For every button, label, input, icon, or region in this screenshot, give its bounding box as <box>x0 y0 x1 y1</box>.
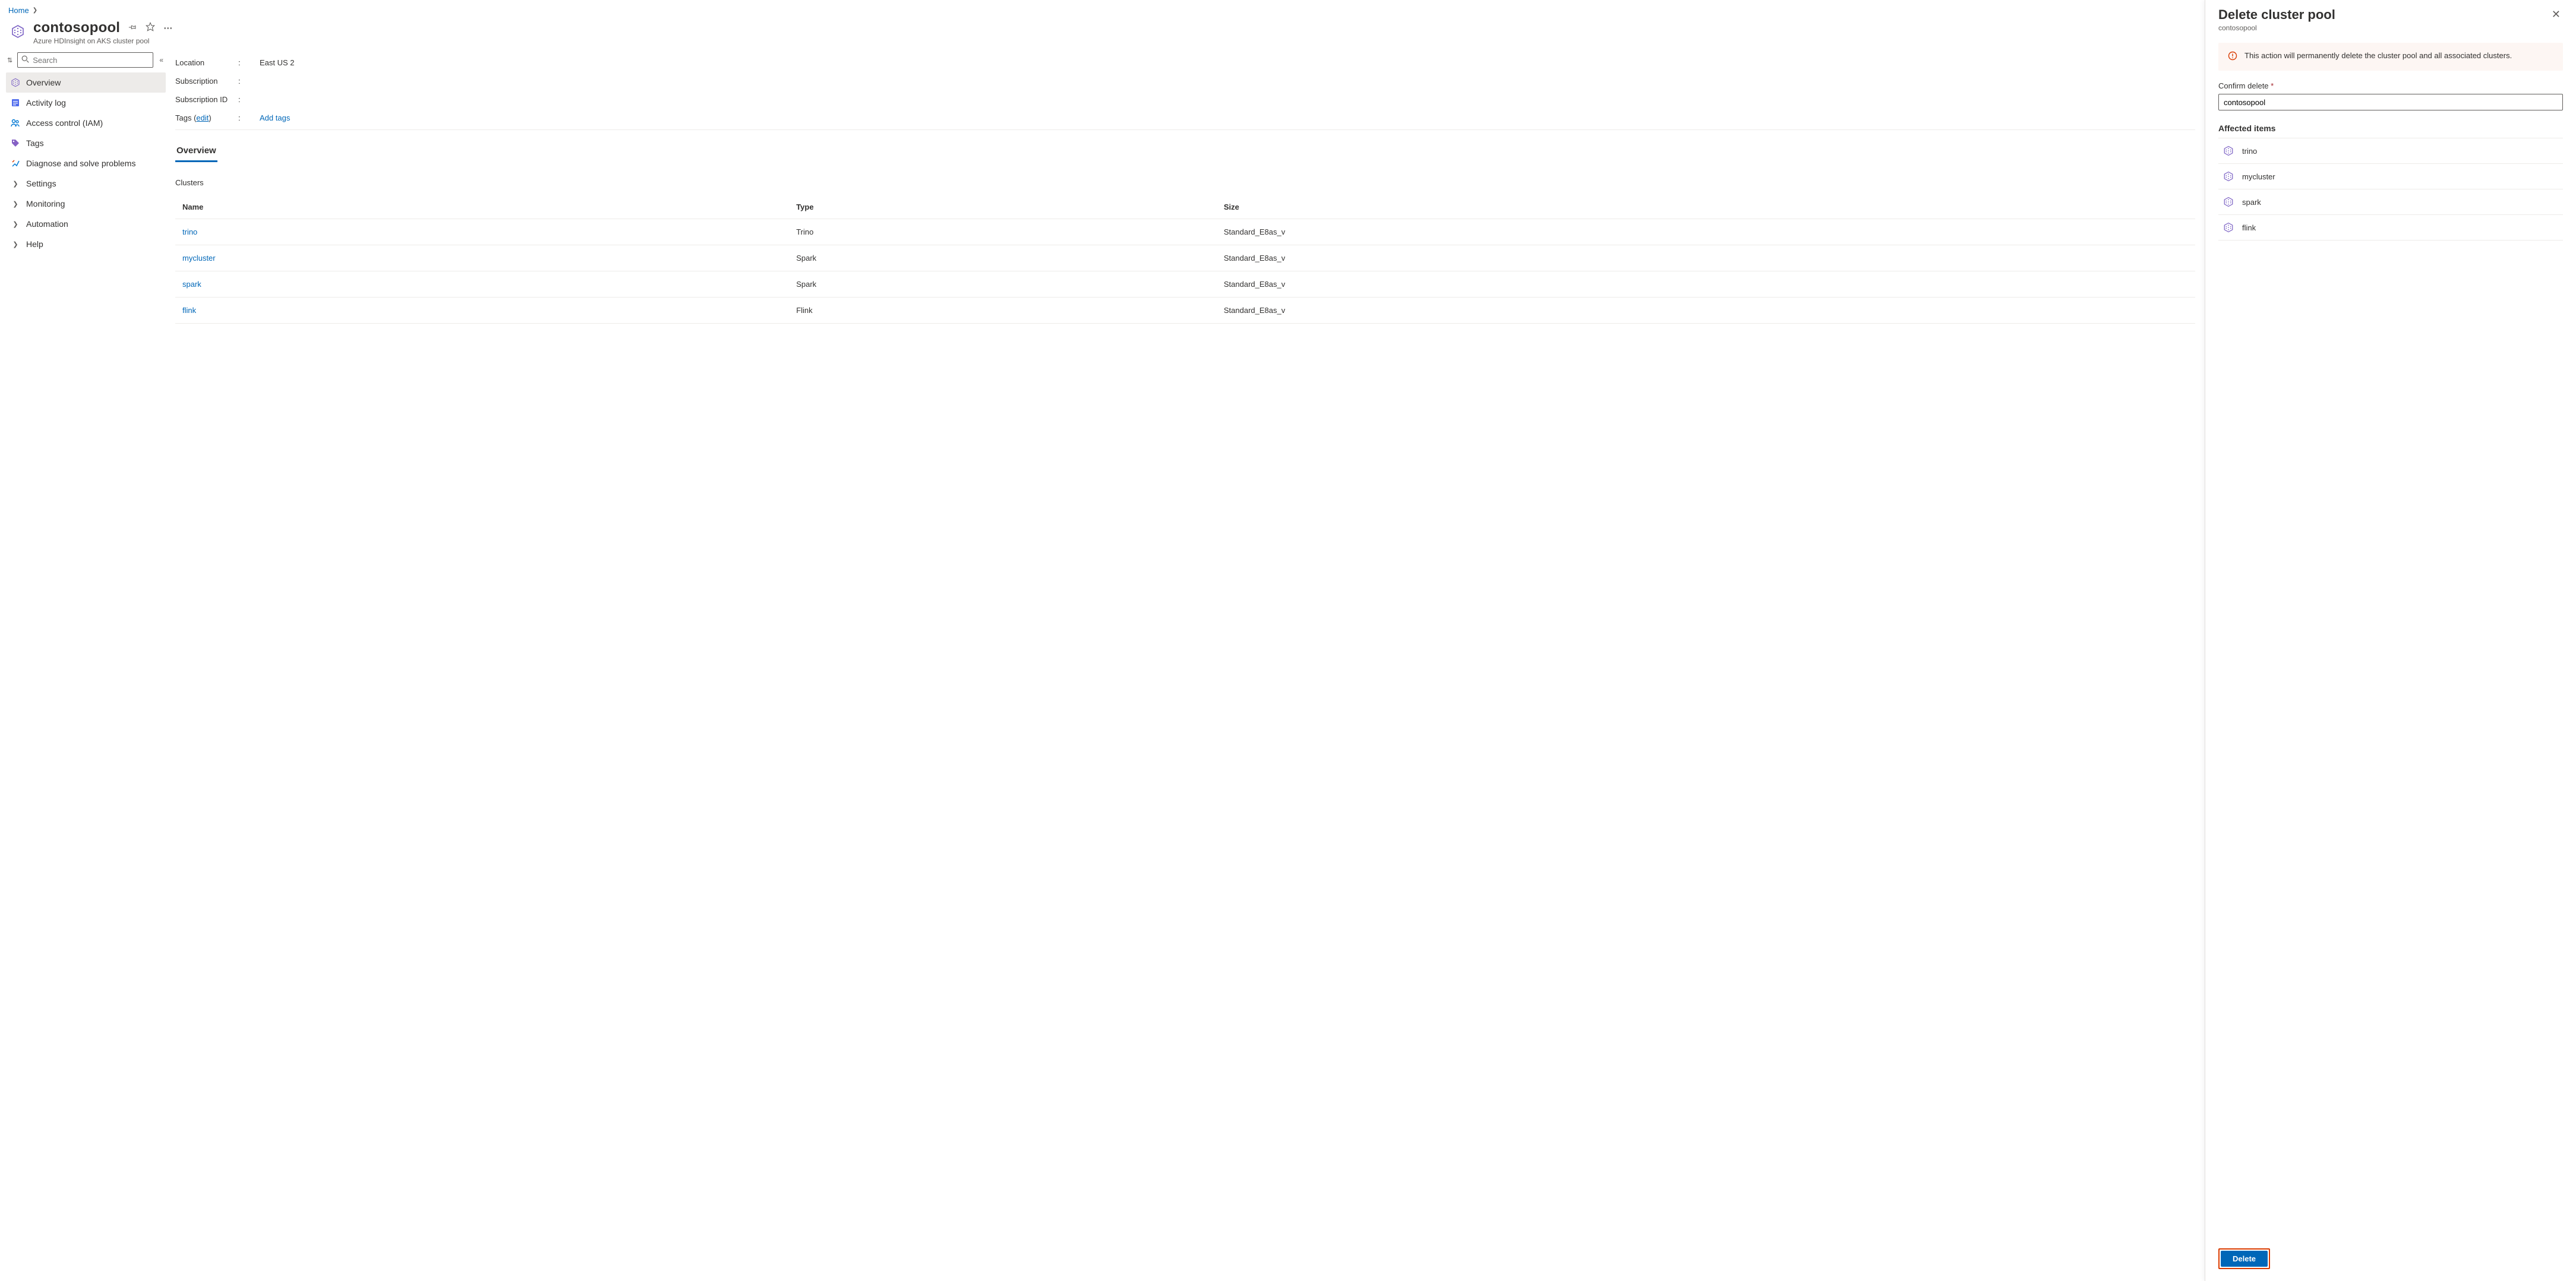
essentials-subscription: Subscription : <box>175 72 2195 90</box>
sidebar-item-overview[interactable]: Overview <box>6 72 166 93</box>
sort-handle-icon[interactable]: ⇅ <box>6 56 14 64</box>
edit-tags-link[interactable]: edit <box>196 113 209 122</box>
table-row: mycluster Spark Standard_E8as_v <box>175 245 2195 271</box>
delete-button[interactable]: Delete <box>2221 1251 2268 1267</box>
cluster-icon <box>2223 171 2234 182</box>
sidebar-item-label: Automation <box>26 219 68 229</box>
collapse-menu-icon[interactable]: « <box>157 56 166 64</box>
confirm-delete-input[interactable] <box>2218 94 2563 110</box>
sidebar-item-label: Overview <box>26 78 61 87</box>
table-row: flink Flink Standard_E8as_v <box>175 298 2195 324</box>
cluster-link[interactable]: flink <box>182 306 196 315</box>
table-row: spark Spark Standard_E8as_v <box>175 271 2195 298</box>
sidebar-item-label: Settings <box>26 179 56 188</box>
sidebar-item-monitoring[interactable]: ❯ Monitoring <box>6 194 166 214</box>
affected-item: mycluster <box>2218 164 2563 189</box>
breadcrumb: Home ❯ <box>0 0 2205 17</box>
chevron-right-icon: ❯ <box>33 7 37 14</box>
pin-icon[interactable] <box>128 23 137 34</box>
cluster-link[interactable]: mycluster <box>182 254 216 262</box>
sidebar-item-label: Monitoring <box>26 199 65 208</box>
cluster-icon <box>2223 222 2234 233</box>
sidebar-item-label: Diagnose and solve problems <box>26 159 135 168</box>
sidebar-item-activity-log[interactable]: Activity log <box>6 93 166 113</box>
delete-panel: Delete cluster pool contosopool ✕ This a… <box>2205 0 2576 1281</box>
sidebar-item-automation[interactable]: ❯ Automation <box>6 214 166 234</box>
activity-log-icon <box>11 98 20 107</box>
chevron-right-icon: ❯ <box>11 200 20 208</box>
table-row: trino Trino Standard_E8as_v <box>175 219 2195 245</box>
panel-subtitle: contosopool <box>2218 24 2335 32</box>
chevron-right-icon: ❯ <box>11 241 20 248</box>
more-menu-icon[interactable]: ⋯ <box>163 23 173 33</box>
search-input[interactable] <box>33 56 149 65</box>
cluster-link[interactable]: trino <box>182 227 197 236</box>
clusters-heading: Clusters <box>175 178 2195 187</box>
chevron-right-icon: ❯ <box>11 180 20 188</box>
breadcrumb-home[interactable]: Home <box>8 6 29 15</box>
cluster-icon <box>2223 197 2234 207</box>
menu-search[interactable] <box>17 52 153 68</box>
sidebar-item-diagnose[interactable]: Diagnose and solve problems <box>6 153 166 173</box>
cluster-pool-icon <box>11 78 20 87</box>
warning-icon <box>2228 51 2237 62</box>
main-content: Location : East US 2 Subscription : Subs… <box>169 50 2205 1281</box>
warning-text: This action will permanently delete the … <box>2244 51 2512 60</box>
search-icon <box>21 55 29 65</box>
essentials-location: Location : East US 2 <box>175 53 2195 72</box>
column-name[interactable]: Name <box>175 195 790 219</box>
sidebar: ⇅ « Overview <box>0 50 169 1281</box>
favorite-icon[interactable] <box>146 22 155 34</box>
affected-item: trino <box>2218 138 2563 164</box>
close-icon[interactable]: ✕ <box>2549 7 2563 22</box>
cluster-link[interactable]: spark <box>182 280 201 289</box>
sidebar-item-label: Help <box>26 239 43 249</box>
confirm-delete-label: Confirm delete * <box>2218 81 2563 90</box>
add-tags-link[interactable]: Add tags <box>260 113 290 122</box>
chevron-right-icon: ❯ <box>11 220 20 228</box>
sidebar-item-label: Activity log <box>26 98 66 107</box>
tags-icon <box>11 138 20 148</box>
tab-overview[interactable]: Overview <box>175 142 217 162</box>
cluster-icon <box>2223 146 2234 156</box>
affected-item: spark <box>2218 189 2563 215</box>
sidebar-item-label: Tags <box>26 138 44 148</box>
essentials-tags: Tags (edit) : Add tags <box>175 109 2195 130</box>
sidebar-item-help[interactable]: ❯ Help <box>6 234 166 254</box>
access-control-icon <box>11 118 20 128</box>
cluster-pool-icon <box>8 22 27 41</box>
essentials-subscription-id: Subscription ID : <box>175 90 2195 109</box>
affected-items-heading: Affected items <box>2218 124 2563 133</box>
delete-button-highlight: Delete <box>2218 1248 2270 1269</box>
warning-banner: This action will permanently delete the … <box>2218 43 2563 71</box>
sidebar-item-access-control[interactable]: Access control (IAM) <box>6 113 166 133</box>
sidebar-item-label: Access control (IAM) <box>26 118 103 128</box>
column-type[interactable]: Type <box>790 195 1218 219</box>
affected-item: flink <box>2218 215 2563 241</box>
resource-type-label: Azure HDInsight on AKS cluster pool <box>33 37 173 45</box>
panel-title: Delete cluster pool <box>2218 7 2335 23</box>
tabs: Overview <box>175 142 2195 163</box>
page-title: contosopool <box>33 20 120 36</box>
diagnose-icon <box>11 159 20 168</box>
clusters-table: Name Type Size trino Trino Standard_E8as… <box>175 195 2195 324</box>
sidebar-item-settings[interactable]: ❯ Settings <box>6 173 166 194</box>
sidebar-item-tags[interactable]: Tags <box>6 133 166 153</box>
column-size[interactable]: Size <box>1218 195 2195 219</box>
